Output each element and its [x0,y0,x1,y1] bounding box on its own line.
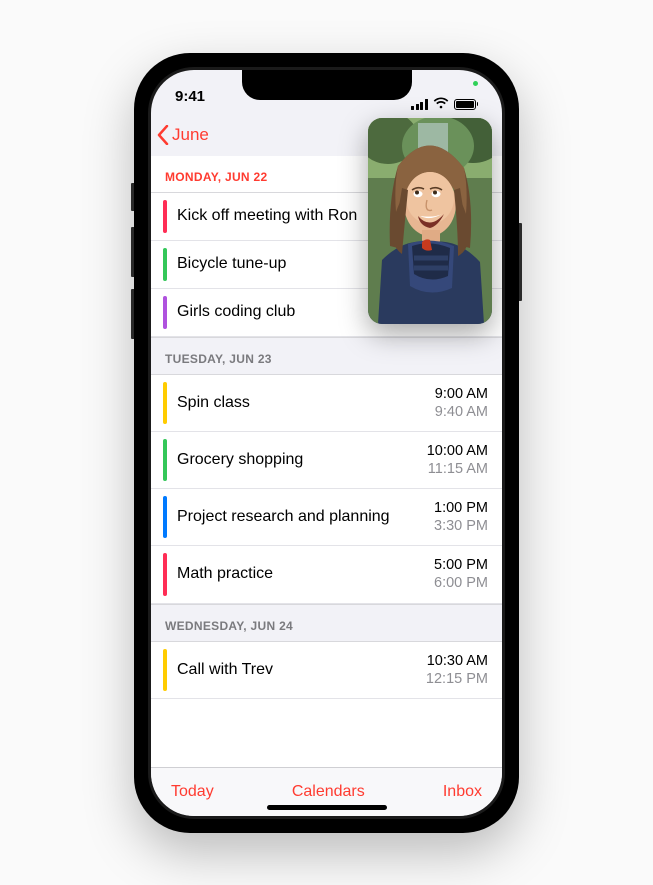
event-title: Math practice [177,565,273,583]
event-row[interactable]: Spin class 9:00 AM9:40 AM [151,375,502,432]
event-times: 10:30 AM12:15 PM [426,652,488,688]
cellular-signal-icon [411,99,428,110]
event-end-time: 12:15 PM [426,670,488,688]
power-button [519,223,522,301]
volume-down-button [131,289,134,339]
event-row[interactable]: Math practice 5:00 PM6:00 PM [151,546,502,603]
event-start-time: 5:00 PM [434,556,488,574]
event-end-time: 3:30 PM [434,517,488,535]
section-header: WEDNESDAY, JUN 24 [151,604,502,642]
event-row[interactable]: Grocery shopping 10:00 AM11:15 AM [151,432,502,489]
event-title: Spin class [177,394,250,412]
side-buttons-left [131,183,134,351]
event-title: Kick off meeting with Ron [177,207,357,225]
side-buttons-right [519,223,522,301]
back-label: June [172,125,209,145]
event-start-time: 1:00 PM [434,499,488,517]
event-times: 1:00 PM3:30 PM [434,499,488,535]
event-end-time: 11:15 AM [427,460,488,478]
event-title: Bicycle tune-up [177,255,286,273]
section-header: TUESDAY, JUN 23 [151,337,502,375]
person-video-thumbnail [368,118,492,324]
wifi-icon [433,96,449,113]
event-title: Girls coding club [177,303,295,321]
event-title: Call with Trev [177,661,273,679]
volume-up-button [131,227,134,277]
event-title: Grocery shopping [177,451,303,469]
battery-icon [454,99,479,110]
event-row[interactable]: Call with Trev 10:30 AM12:15 PM [151,642,502,699]
mute-switch [131,183,134,211]
camera-indicator-icon [473,81,478,86]
event-times: 9:00 AM9:40 AM [435,385,488,421]
notch [242,70,412,100]
event-start-time: 10:30 AM [426,652,488,670]
event-row[interactable]: Project research and planning 1:00 PM3:30… [151,489,502,546]
screen: 9:41 [151,70,502,816]
today-button[interactable]: Today [171,783,214,801]
status-time: 9:41 [175,88,205,105]
calendars-button[interactable]: Calendars [292,783,365,801]
event-start-time: 10:00 AM [427,442,488,460]
event-times: 5:00 PM6:00 PM [434,556,488,592]
back-button[interactable]: June [157,125,209,145]
event-start-time: 9:00 AM [435,385,488,403]
home-indicator[interactable] [267,805,387,810]
inbox-button[interactable]: Inbox [443,783,482,801]
facetime-pip[interactable] [368,118,492,324]
event-times: 10:00 AM11:15 AM [427,442,488,478]
event-title: Project research and planning [177,508,390,526]
phone-frame: 9:41 [134,53,519,833]
event-end-time: 9:40 AM [435,403,488,421]
event-end-time: 6:00 PM [434,574,488,592]
chevron-left-icon [157,125,169,145]
